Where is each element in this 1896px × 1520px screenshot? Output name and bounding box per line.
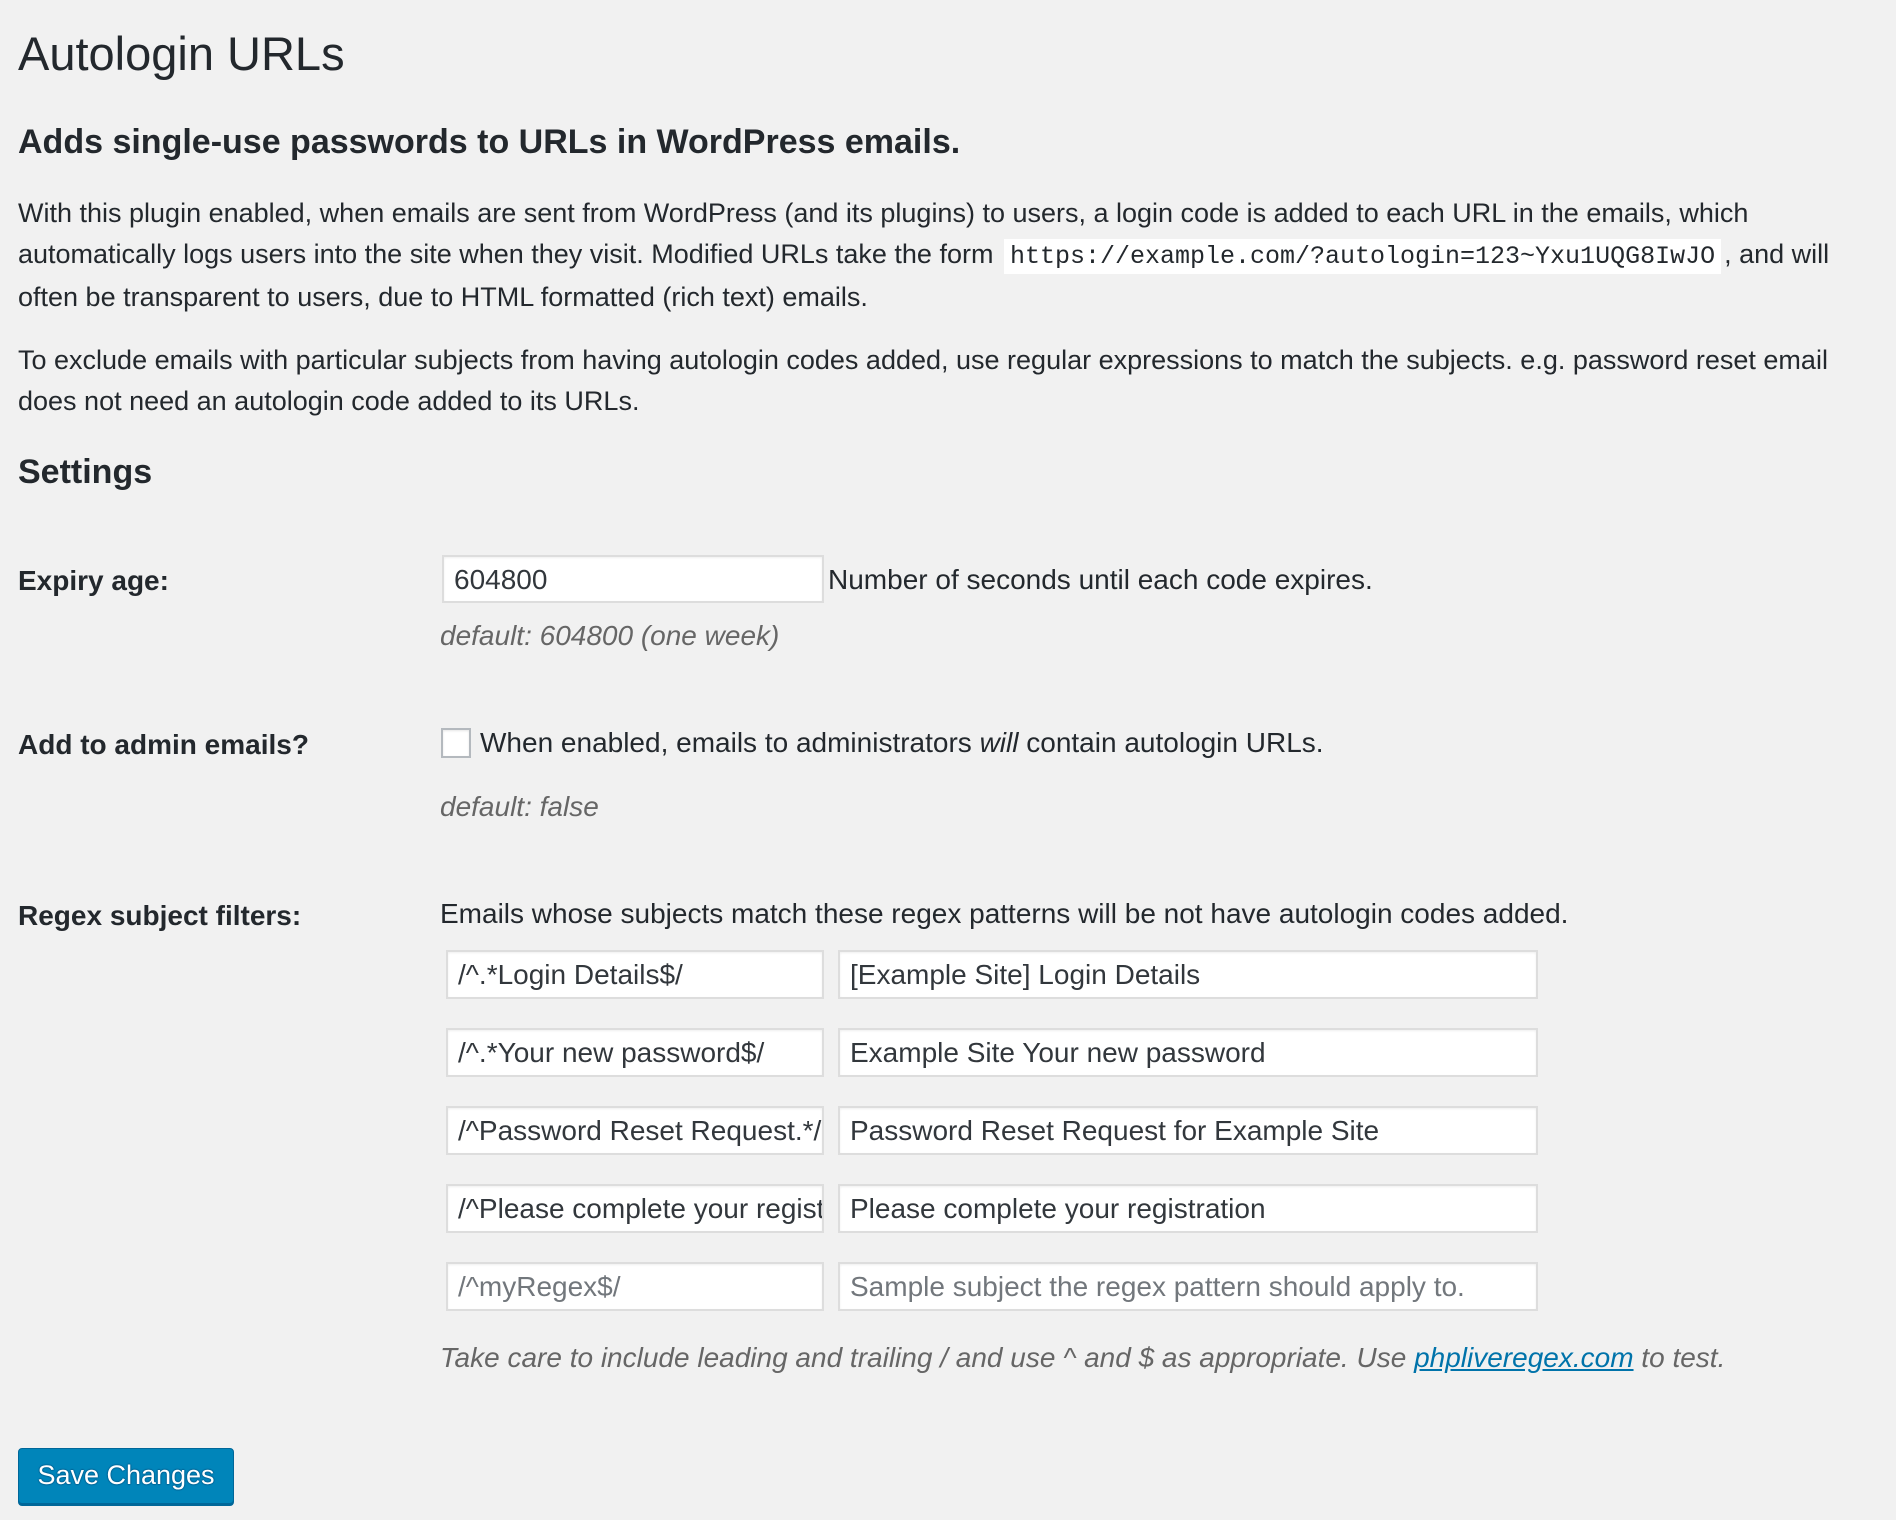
regex-new-sample-input[interactable]: Sample subject the regex pattern should … <box>838 1262 1538 1311</box>
regex-pattern-input[interactable]: /^Please complete your registration/ <box>446 1184 824 1233</box>
save-changes-button[interactable]: Save Changes <box>18 1448 234 1504</box>
regex-note-before: Take care to include leading and trailin… <box>440 1342 1415 1373</box>
intro-paragraph: With this plugin enabled, when emails ar… <box>18 193 1878 318</box>
regex-sample-input[interactable]: Password Reset Request for Example Site <box>838 1106 1538 1155</box>
example-url-code: https://example.com/?autologin=123~Yxu1U… <box>1003 239 1722 274</box>
admin-desc-before: When enabled, emails to administrators <box>480 727 980 758</box>
expiry-age-input[interactable]: 604800 <box>442 555 824 603</box>
regex-note-after: to test. <box>1633 1342 1726 1373</box>
expiry-age-default-hint: default: 604800 (one week) <box>440 620 780 651</box>
regex-sample-input[interactable]: [Example Site] Login Details <box>838 950 1538 999</box>
admin-desc-after: contain autologin URLs. <box>1018 727 1324 758</box>
regex-new-pattern-input[interactable]: /^myRegex$/ <box>446 1262 824 1311</box>
regex-filters-note: Take care to include leading and trailin… <box>440 1340 1725 1376</box>
regex-pattern-input[interactable]: /^Password Reset Request.*/ <box>446 1106 824 1155</box>
regex-filters-intro: Emails whose subjects match these regex … <box>440 898 1569 929</box>
expiry-age-description: Number of seconds until each code expire… <box>828 564 1373 595</box>
regex-pattern-input[interactable]: /^.*Login Details$/ <box>446 950 824 999</box>
page-title: Autologin URLs <box>18 27 345 80</box>
page-subtitle: Adds single-use passwords to URLs in Wor… <box>18 123 961 161</box>
regex-pattern-input[interactable]: /^.*Your new password$/ <box>446 1028 824 1077</box>
regex-sample-input[interactable]: Example Site Your new password <box>838 1028 1538 1077</box>
regex-sample-input[interactable]: Please complete your registration <box>838 1184 1538 1233</box>
exclude-paragraph: To exclude emails with particular subjec… <box>18 345 1828 416</box>
phpliveregex-link[interactable]: phpliveregex.com <box>1414 1342 1633 1373</box>
admin-emails-label: Add to admin emails? <box>18 729 309 760</box>
admin-emails-default-hint: default: false <box>440 791 599 822</box>
admin-emails-description: When enabled, emails to administrators w… <box>480 725 1324 761</box>
regex-filters-label: Regex subject filters: <box>18 900 302 931</box>
admin-desc-emphasis: will <box>979 727 1019 758</box>
expiry-age-label: Expiry age: <box>18 565 169 596</box>
settings-heading: Settings <box>18 453 153 491</box>
admin-emails-checkbox[interactable] <box>441 728 471 758</box>
